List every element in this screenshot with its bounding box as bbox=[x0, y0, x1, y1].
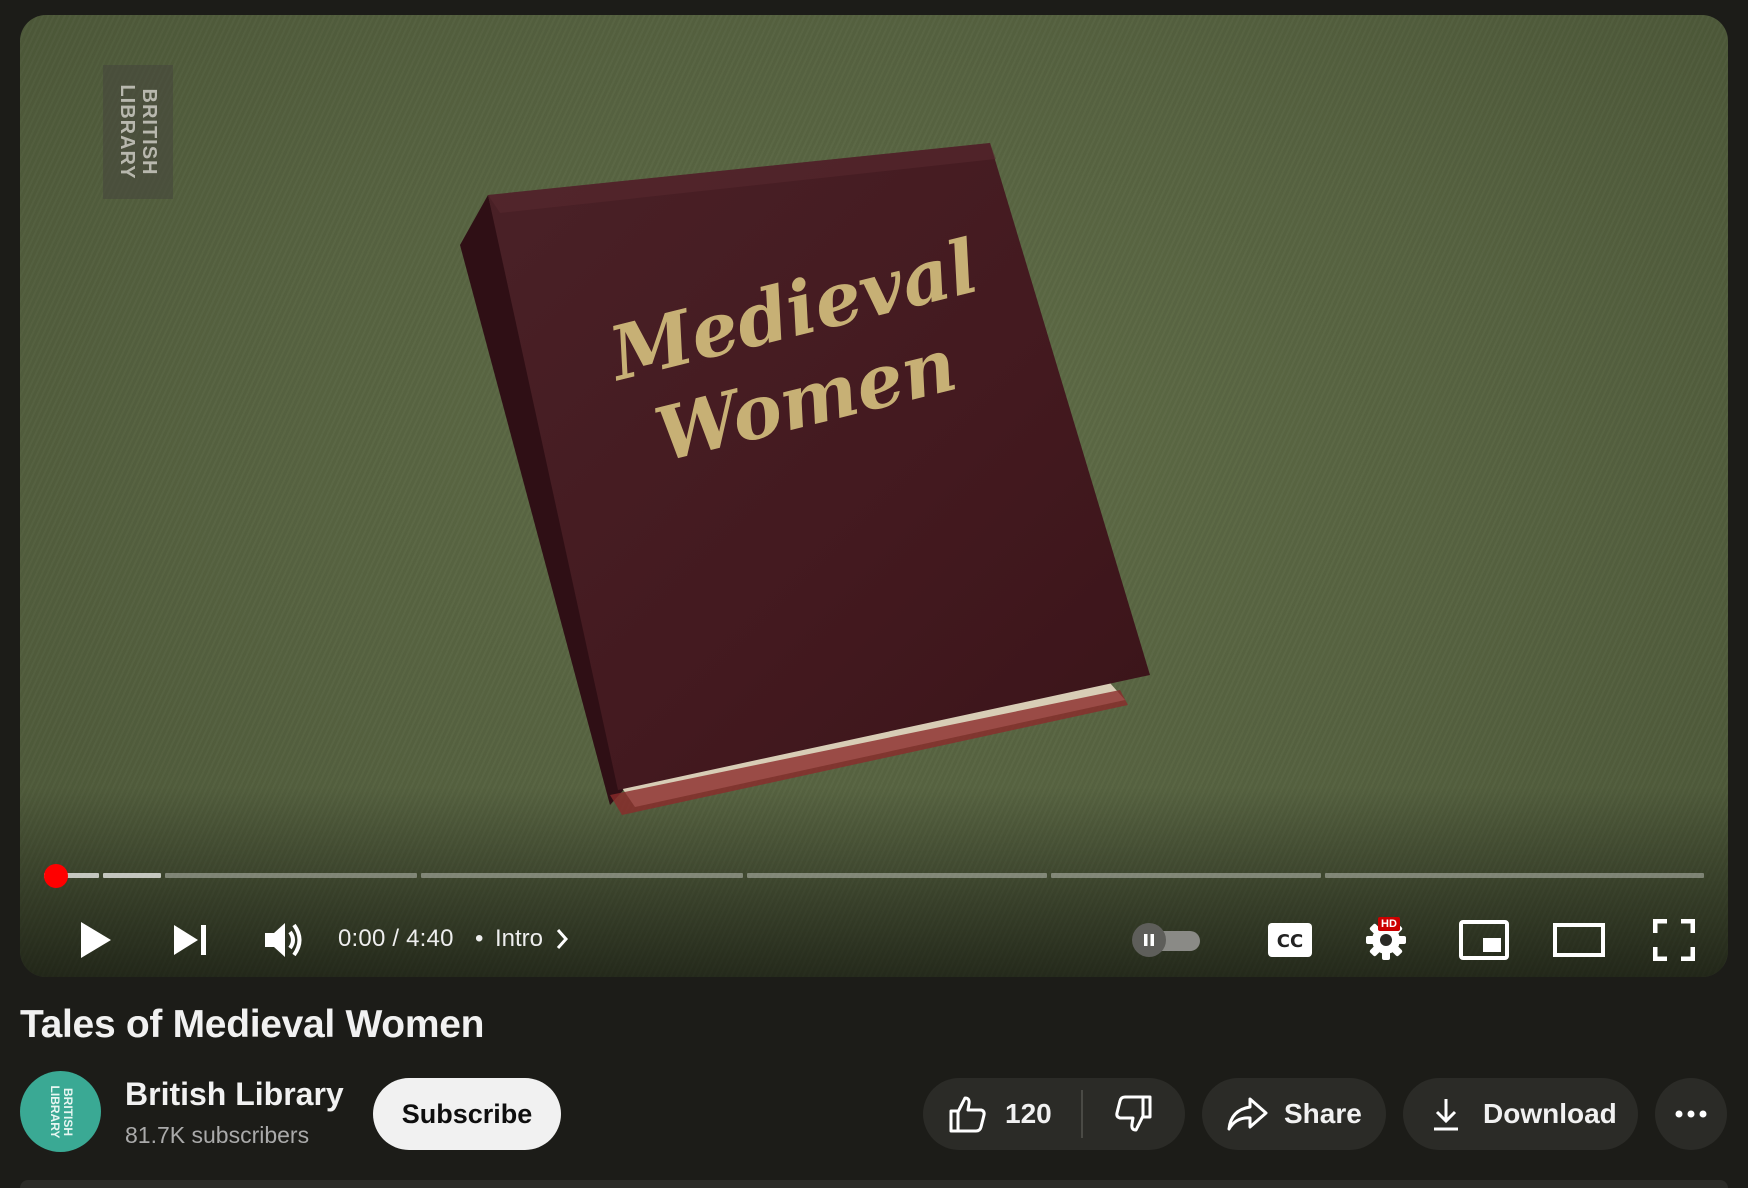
chapter-separator: • bbox=[475, 925, 484, 952]
subscriber-count: 81.7K subscribers bbox=[125, 1122, 310, 1148]
chapter-segment[interactable] bbox=[421, 873, 743, 878]
time-display: 0:00 / 4:40 bbox=[338, 925, 454, 952]
chapter-segment[interactable] bbox=[103, 873, 161, 878]
hd-badge: HD bbox=[1378, 917, 1400, 931]
chapter-segment[interactable] bbox=[747, 873, 1047, 878]
settings-button[interactable] bbox=[1356, 905, 1416, 975]
autoplay-toggle-icon bbox=[1132, 923, 1166, 957]
channel-name[interactable]: British Library bbox=[125, 1076, 344, 1113]
progress-bar[interactable] bbox=[44, 873, 1704, 878]
play-button[interactable] bbox=[66, 905, 126, 975]
download-label: Download bbox=[1483, 1098, 1617, 1129]
play-icon bbox=[81, 922, 111, 958]
channel-watermark: BRITISH LIBRARY bbox=[103, 65, 173, 199]
fullscreen-button[interactable] bbox=[1642, 905, 1706, 975]
video-title: Tales of Medieval Women bbox=[20, 1003, 485, 1046]
theater-icon bbox=[1553, 923, 1605, 957]
like-dislike-group: 120 bbox=[923, 1078, 1185, 1150]
chapter-segment[interactable] bbox=[1051, 873, 1321, 878]
book-illustration: Medieval Women bbox=[460, 143, 1150, 815]
svg-text:CC: CC bbox=[1277, 931, 1303, 952]
download-button[interactable]: Download bbox=[1403, 1078, 1638, 1150]
subscribe-button[interactable]: Subscribe bbox=[373, 1078, 561, 1150]
next-button[interactable] bbox=[160, 905, 220, 975]
miniplayer-button[interactable] bbox=[1452, 905, 1516, 975]
fullscreen-icon bbox=[1653, 919, 1695, 961]
chapter-segment[interactable] bbox=[165, 873, 417, 878]
more-horizontal-icon bbox=[1675, 1110, 1707, 1118]
volume-button[interactable] bbox=[254, 905, 314, 975]
miniplayer-icon bbox=[1459, 920, 1509, 960]
scrubber-handle[interactable] bbox=[44, 864, 68, 888]
thumbs-up-icon bbox=[949, 1096, 986, 1133]
share-button[interactable]: Share bbox=[1202, 1078, 1386, 1150]
chapter-title: Intro bbox=[495, 925, 544, 952]
description-box-edge bbox=[20, 1180, 1728, 1188]
chapter-segment[interactable] bbox=[1325, 873, 1704, 878]
share-icon bbox=[1227, 1097, 1268, 1131]
chevron-right-icon bbox=[556, 929, 569, 949]
video-player[interactable]: BRITISH LIBRARY Medieval Women 0:00 / 4:… bbox=[20, 15, 1728, 977]
player-controls: 0:00 / 4:40 • Intro CC HD bbox=[20, 905, 1728, 975]
channel-avatar[interactable]: BRITISH LIBRARY bbox=[20, 1071, 101, 1152]
next-icon bbox=[174, 925, 206, 955]
cc-icon: CC bbox=[1268, 923, 1312, 957]
avatar-text: BRITISH LIBRARY bbox=[47, 1085, 75, 1138]
share-label: Share bbox=[1284, 1098, 1362, 1129]
thumbs-down-icon bbox=[1115, 1095, 1152, 1132]
chapter-button[interactable]: Intro bbox=[495, 925, 569, 953]
like-button[interactable]: 120 bbox=[923, 1078, 1081, 1150]
theater-mode-button[interactable] bbox=[1547, 905, 1611, 975]
captions-button[interactable]: CC bbox=[1260, 905, 1320, 975]
dislike-button[interactable] bbox=[1083, 1078, 1185, 1150]
youtube-watch-page: BRITISH LIBRARY Medieval Women 0:00 / 4:… bbox=[0, 0, 1748, 1188]
volume-icon bbox=[265, 923, 302, 957]
like-count: 120 bbox=[1005, 1098, 1052, 1129]
watermark-text: BRITISH LIBRARY bbox=[116, 84, 160, 180]
download-icon bbox=[1434, 1099, 1458, 1131]
more-actions-button[interactable] bbox=[1655, 1078, 1727, 1150]
autoplay-toggle[interactable] bbox=[1132, 923, 1202, 957]
